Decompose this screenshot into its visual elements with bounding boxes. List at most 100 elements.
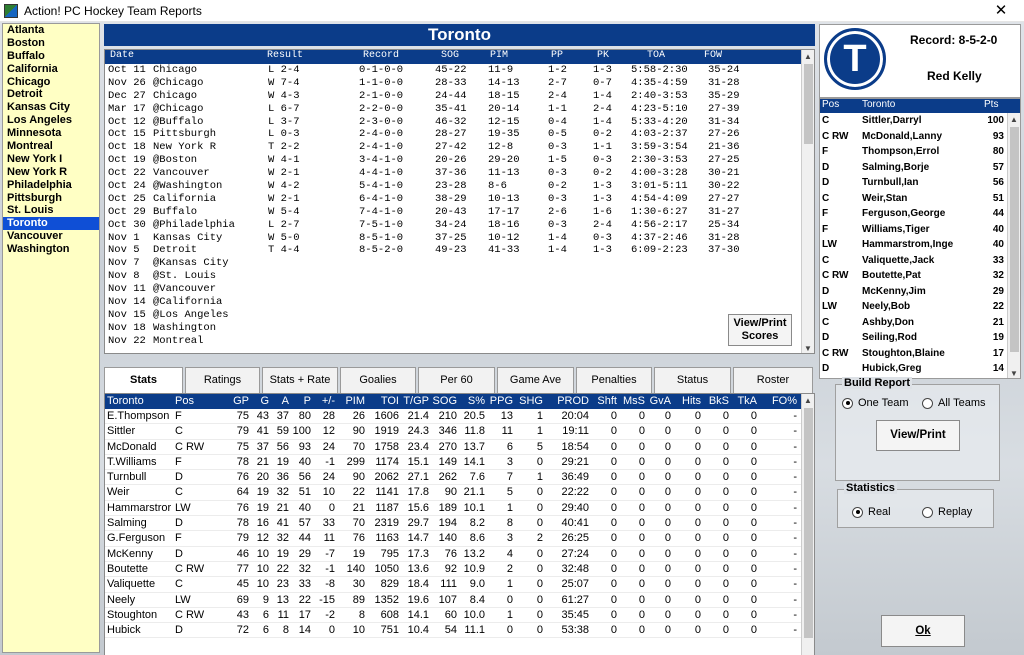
team-list-item[interactable]: Buffalo — [3, 50, 99, 63]
schedule-row[interactable]: Oct 12 @Buffalo L 3-7 2-3-0-0 46-32 12-15 0-4 1… — [105, 116, 802, 129]
stats-column-header[interactable]: TkA — [731, 394, 757, 409]
schedule-row[interactable]: Nov 22 Montreal — [105, 335, 802, 348]
stats-column-header[interactable]: Toronto — [107, 394, 144, 409]
scroll-up-icon[interactable]: ▲ — [802, 50, 814, 63]
stats-row[interactable]: T.Williams F 78 21 19 40 -1 299 1174 15.1 149 14.1 3… — [105, 455, 814, 471]
roster-row[interactable]: C Ashby,Don 21 — [820, 315, 1020, 331]
team-list-item[interactable]: Minnesota — [3, 127, 99, 140]
view-print-button[interactable]: View/Print — [876, 420, 960, 451]
schedule-row[interactable]: Nov 11 @Vancouver — [105, 283, 802, 296]
stats-row[interactable]: Weir C 64 19 32 51 10 22 1141 17.8 90 21.1 5 0 22:22 0 0… — [105, 485, 814, 501]
tab-per-60[interactable]: Per 60 — [418, 367, 495, 393]
stats-row[interactable]: Salming D 78 16 41 57 33 70 2319 29.7 194 8.2 8 0 40:4… — [105, 516, 814, 532]
stats-row[interactable]: Boutette C RW 77 10 22 32 -1 140 1050 13.6 92 10.9 2… — [105, 562, 814, 578]
roster-row[interactable]: F Williams,Tiger 40 — [820, 222, 1020, 238]
stats-column-header[interactable]: GP — [229, 394, 249, 409]
scroll-thumb[interactable] — [804, 408, 813, 638]
roster-row[interactable]: C RW Boutette,Pat 32 — [820, 268, 1020, 284]
team-list-item[interactable]: New York I — [3, 153, 99, 166]
stats-column-header[interactable]: SOG — [431, 394, 457, 409]
schedule-row[interactable]: Nov 18 Washington — [105, 322, 802, 335]
roster-row[interactable]: F Thompson,Errol 80 — [820, 144, 1020, 160]
all-teams-radio[interactable]: All Teams — [922, 397, 985, 409]
team-list-item[interactable]: Kansas City — [3, 101, 99, 114]
view-print-scores-button[interactable]: View/Print Scores — [728, 314, 792, 346]
schedule-scrollbar[interactable]: ▲ ▼ — [801, 50, 814, 353]
tab-goalies[interactable]: Goalies — [340, 367, 416, 393]
stats-row[interactable]: Neely LW 69 9 13 22 -15 89 1352 19.6 107 8.4 0 0 61:27… — [105, 593, 814, 608]
stats-column-header[interactable]: PROD — [547, 394, 589, 409]
schedule-row[interactable]: Oct 30 @Philadelphia L 2-7 7-5-1-0 34-24 18-1… — [105, 219, 802, 232]
schedule-row[interactable]: Dec 27 Chicago W 4-3 2-1-0-0 24-44 18-15 2-4 1-… — [105, 90, 802, 103]
one-team-radio[interactable]: One Team — [842, 397, 909, 409]
scroll-down-icon[interactable]: ▼ — [1008, 367, 1020, 378]
schedule-row[interactable]: Oct 24 @Washington W 4-2 5-4-1-0 23-28 8-6 0-2… — [105, 180, 802, 193]
tab-penalties[interactable]: Penalties — [576, 367, 652, 393]
stats-column-header[interactable]: PPG — [487, 394, 513, 409]
replay-radio[interactable]: Replay — [922, 506, 972, 518]
stats-row[interactable]: Stoughton C RW 43 6 11 17 -2 8 608 14.1 60 10.0 1 0 35… — [105, 608, 814, 624]
roster-row[interactable]: F Ferguson,George 44 — [820, 206, 1020, 222]
roster-row[interactable]: LW Neely,Bob 22 — [820, 299, 1020, 315]
stats-column-header[interactable]: FO% — [759, 394, 797, 409]
stats-row[interactable]: McKenny D 46 10 19 29 -7 19 795 17.3 76 13.2 4 0 27:24… — [105, 547, 814, 562]
stats-column-header[interactable]: PIM — [337, 394, 365, 409]
scroll-thumb[interactable] — [804, 64, 813, 144]
schedule-row[interactable]: Nov 14 @California — [105, 296, 802, 309]
schedule-row[interactable]: Nov 15 @Los Angeles — [105, 309, 802, 322]
stats-row[interactable]: Sittler C 79 41 59 100 12 90 1919 24.3 346 11.8 11 1 1… — [105, 424, 814, 440]
tab-status[interactable]: Status — [654, 367, 731, 393]
schedule-row[interactable]: Oct 15 Pittsburgh L 0-3 2-4-0-0 28-27 19-35 0-… — [105, 128, 802, 141]
schedule-row[interactable]: Nov 8 @St. Louis — [105, 270, 802, 283]
schedule-row[interactable]: Oct 11 Chicago L 2-4 0-1-0-0 45-22 11-9 1-2 1-3… — [105, 64, 802, 77]
stats-row[interactable]: Hubick D 72 6 8 14 0 10 751 10.4 54 11.1 0 0 53:38 0 0 0 0… — [105, 623, 814, 639]
stats-row[interactable]: G.Ferguson F 79 12 32 44 11 76 1163 14.7 140 8.6 3 2 2… — [105, 531, 814, 547]
tab-game-ave[interactable]: Game Ave — [497, 367, 574, 393]
roster-row[interactable]: C Sittler,Darryl 100 — [820, 113, 1020, 129]
roster-row[interactable]: D McKenny,Jim 29 — [820, 284, 1020, 300]
stats-scrollbar[interactable]: ▲ ▼ — [801, 394, 814, 655]
schedule-row[interactable]: Nov 7 @Kansas City — [105, 257, 802, 270]
stats-column-header[interactable]: SHG — [517, 394, 543, 409]
team-list-item[interactable]: New York R — [3, 166, 99, 179]
real-radio[interactable]: Real — [852, 506, 891, 518]
stats-column-header[interactable]: S% — [459, 394, 485, 409]
stats-row[interactable]: Valiquette C 45 10 23 33 -8 30 829 18.4 111 9.0 1 0 25… — [105, 577, 814, 593]
tab-roster[interactable]: Roster — [733, 367, 813, 393]
roster-row[interactable]: C Valiquette,Jack 33 — [820, 253, 1020, 269]
stats-row[interactable]: McDonald C RW 75 37 56 93 24 70 1758 23.4 270 13.7 6… — [105, 440, 814, 455]
stats-column-header[interactable]: TOI — [367, 394, 399, 409]
team-list-item[interactable]: Vancouver — [3, 230, 99, 243]
roster-row[interactable]: C Weir,Stan 51 — [820, 191, 1020, 207]
roster-row[interactable]: LW Hammarstrom,Inge 40 — [820, 237, 1020, 253]
stats-column-header[interactable]: MsS — [619, 394, 645, 409]
stats-column-header[interactable]: BkS — [703, 394, 729, 409]
stats-row[interactable]: Turnbull D 76 20 36 56 24 90 2062 27.1 262 7.6 7 1 36:… — [105, 470, 814, 486]
stats-column-header[interactable]: Pos — [175, 394, 194, 409]
stats-column-header[interactable]: G — [251, 394, 269, 409]
team-list-item[interactable]: Chicago — [3, 76, 99, 89]
stats-column-header[interactable]: GvA — [647, 394, 671, 409]
team-list-item[interactable]: Montreal — [3, 140, 99, 153]
schedule-row[interactable]: Oct 22 Vancouver W 2-1 4-4-1-0 37-36 11-13 0-3… — [105, 167, 802, 180]
scroll-down-icon[interactable]: ▼ — [802, 342, 814, 353]
schedule-row[interactable]: Oct 29 Buffalo W 5-4 7-4-1-0 20-43 17-17 2-6 1-… — [105, 206, 802, 219]
roster-row[interactable]: C RW McDonald,Lanny 93 — [820, 129, 1020, 145]
roster-scrollbar[interactable]: ▲ ▼ — [1007, 113, 1020, 378]
stats-row[interactable]: Hammarstror LW 76 19 21 40 0 21 1187 15.6 189 10.1 1… — [105, 501, 814, 517]
team-list-item[interactable]: Atlanta — [3, 24, 99, 37]
stats-column-header[interactable]: T/GP — [401, 394, 429, 409]
team-list-item[interactable]: Los Angeles — [3, 114, 99, 127]
schedule-row[interactable]: Oct 19 @Boston W 4-1 3-4-1-0 20-26 29-20 1-5 0-… — [105, 154, 802, 167]
scroll-up-icon[interactable]: ▲ — [802, 394, 814, 407]
ok-button[interactable]: Ok — [881, 615, 965, 647]
team-list-item[interactable]: California — [3, 63, 99, 76]
stats-column-header[interactable]: +/- — [313, 394, 335, 409]
schedule-row[interactable]: Nov 5 Detroit T 4-4 8-5-2-0 49-23 41-33 1-4 1-3… — [105, 244, 802, 257]
team-list-item[interactable]: Toronto — [3, 217, 99, 231]
team-list[interactable]: Atlanta Boston Buffalo California Chicago Det… — [2, 23, 100, 653]
stats-column-header[interactable]: Hits — [675, 394, 701, 409]
roster-row[interactable]: D Turnbull,Ian 56 — [820, 175, 1020, 191]
schedule-row[interactable]: Nov 1 Kansas City W 5-0 8-5-1-0 37-25 10-12 1-… — [105, 232, 802, 245]
roster-row[interactable]: C RW Stoughton,Blaine 17 — [820, 346, 1020, 362]
